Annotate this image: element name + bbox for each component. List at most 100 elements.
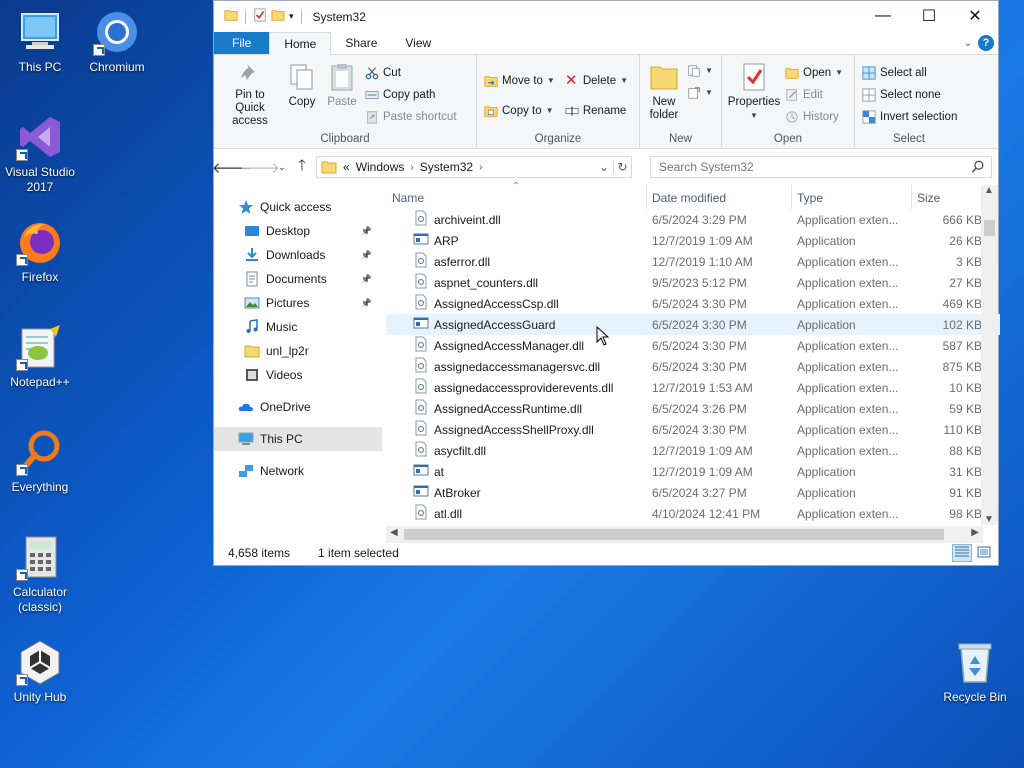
file-row[interactable]: AssignedAccessManager.dll 6/5/2024 3:30 P… — [386, 335, 1000, 356]
history-button[interactable]: History — [782, 107, 846, 126]
file-row[interactable]: at 12/7/2019 1:09 AM Application 31 KB — [386, 461, 1000, 482]
chevron-right-icon[interactable]: › — [479, 162, 482, 173]
selection-count: 1 item selected — [318, 546, 399, 560]
nav-item-documents[interactable]: Documents 📌 — [214, 267, 382, 291]
maximize-button[interactable]: ☐ — [906, 1, 952, 31]
address-dropdown-button[interactable]: ⌄ — [595, 160, 613, 174]
file-row[interactable]: AssignedAccessShellProxy.dll 6/5/2024 3:3… — [386, 419, 1000, 440]
chevron-down-icon[interactable]: ⌄ — [964, 38, 972, 49]
tab-file[interactable]: File — [214, 32, 270, 54]
column-header-name[interactable]: Name — [392, 191, 424, 205]
scroll-up-icon[interactable]: ▲ — [984, 185, 994, 196]
properties-button[interactable]: Properties ▼ — [726, 59, 782, 130]
file-row[interactable]: asferror.dll 12/7/2019 1:10 AM Application… — [386, 251, 1000, 272]
scrollbar-thumb[interactable] — [404, 529, 944, 540]
column-header-date[interactable]: Date modified — [652, 191, 726, 205]
breadcrumb-system32[interactable]: System32 — [420, 160, 473, 174]
desktop-icon-visual-studio[interactable]: Visual Studio 2017 — [0, 113, 80, 195]
vertical-scrollbar[interactable]: ▲ ▼ — [981, 185, 998, 525]
copy-to-button[interactable]: Copy to ▼ — [481, 101, 558, 120]
address-bar[interactable]: « Windows › System32 › ⌄ ↻ — [316, 156, 632, 178]
scroll-down-icon[interactable]: ▼ — [984, 514, 994, 525]
nav-item-label: Documents — [266, 272, 327, 286]
select-none-button[interactable]: Select none — [859, 85, 960, 104]
copy-button[interactable]: Copy — [282, 59, 322, 130]
refresh-button[interactable]: ↻ — [613, 160, 631, 174]
nav-item-this-pc[interactable]: This PC — [214, 427, 382, 451]
new-folder-icon[interactable] — [271, 8, 285, 25]
desktop-icon-everything[interactable]: Everything — [0, 428, 80, 495]
pin-to-quick-access-button[interactable]: Pin to Quick access — [218, 59, 282, 130]
scrollbar-thumb[interactable] — [984, 220, 995, 236]
move-to-button[interactable]: Move to ▼ — [481, 71, 558, 90]
easy-access-button[interactable]: ▼ — [684, 83, 716, 102]
file-row[interactable]: aspnet_counters.dll 9/5/2023 5:12 PM Appli… — [386, 272, 1000, 293]
open-button[interactable]: Open ▼ — [782, 63, 846, 82]
recent-locations-button[interactable]: ⌄ — [276, 155, 288, 179]
nav-item-onedrive[interactable]: OneDrive — [214, 395, 382, 419]
large-icons-view-button[interactable] — [974, 544, 994, 562]
desktop-icon-firefox[interactable]: Firefox — [0, 218, 80, 285]
file-row[interactable]: AssignedAccessRuntime.dll 6/5/2024 3:26 P… — [386, 398, 1000, 419]
file-row[interactable]: archiveint.dll 6/5/2024 3:29 PM Applicatio… — [386, 209, 1000, 230]
close-button[interactable]: ✕ — [952, 1, 998, 31]
scroll-left-icon[interactable]: ◀ — [390, 527, 398, 538]
file-row[interactable]: AssignedAccessGuard 6/5/2024 3:30 PM Appli… — [386, 314, 1000, 335]
column-header-size[interactable]: Size — [917, 191, 940, 205]
nav-item-pictures[interactable]: Pictures 📌 — [214, 291, 382, 315]
nav-item-network[interactable]: Network — [214, 459, 382, 483]
rename-button[interactable]: Rename — [562, 101, 631, 120]
file-row[interactable]: assignedaccessproviderevents.dll 12/7/201… — [386, 377, 1000, 398]
desktop-icon-this-pc[interactable]: This PC — [0, 8, 80, 75]
file-row[interactable]: assignedaccessmanagersvc.dll 6/5/2024 3:3… — [386, 356, 1000, 377]
breadcrumb-windows[interactable]: Windows — [356, 160, 405, 174]
invert-selection-button[interactable]: Invert selection — [859, 107, 960, 126]
new-item-button[interactable]: ▼ — [684, 61, 716, 80]
chevron-right-icon[interactable]: › — [410, 162, 413, 173]
customize-qat-icon[interactable]: ▾ — [289, 11, 294, 22]
paste-shortcut-button[interactable]: Paste shortcut — [362, 107, 460, 126]
details-view-button[interactable] — [952, 544, 972, 562]
tab-home[interactable]: Home — [269, 32, 332, 55]
desktop-icon-chromium[interactable]: Chromium — [77, 8, 157, 75]
properties-icon[interactable] — [253, 8, 267, 25]
file-type: Application exten... — [797, 422, 899, 437]
breadcrumb-overflow[interactable]: « — [343, 160, 350, 174]
file-size: 91 KB — [949, 485, 982, 500]
desktop-icon-recycle-bin[interactable]: Recycle Bin — [935, 638, 1015, 705]
desktop-icon-notepad-plus-plus[interactable]: Notepad++ — [0, 323, 80, 390]
forward-button[interactable]: 🡒 — [240, 155, 280, 179]
dll-file-icon — [413, 441, 429, 460]
edit-button[interactable]: Edit — [782, 85, 846, 104]
scroll-right-icon[interactable]: ▶ — [971, 527, 979, 538]
nav-item-desktop[interactable]: Desktop 📌 — [214, 219, 382, 243]
help-button[interactable]: ? — [978, 35, 994, 51]
delete-button[interactable]: ✕ Delete ▼ — [562, 71, 631, 90]
nav-item-unl-lp2r[interactable]: unl_lp2r — [214, 339, 382, 363]
nav-item-music[interactable]: Music — [214, 315, 382, 339]
up-button[interactable]: 🡑 — [292, 155, 312, 179]
chevron-down-icon: ▼ — [545, 106, 554, 115]
nav-item-downloads[interactable]: Downloads 📌 — [214, 243, 382, 267]
dll-file-icon — [413, 252, 429, 271]
file-size: 88 KB — [949, 443, 982, 458]
desktop-icon-calculator[interactable]: Calculator (classic) — [0, 533, 80, 615]
paste-button[interactable]: Paste — [322, 59, 362, 130]
file-row[interactable]: ARP 12/7/2019 1:09 AM Application 26 KB — [386, 230, 1000, 251]
copy-path-button[interactable]: Copy path — [362, 85, 460, 104]
desktop-icon-unity-hub[interactable]: Unity Hub — [0, 638, 80, 705]
column-header-type[interactable]: Type — [797, 191, 823, 205]
new-folder-button[interactable]: New folder — [644, 59, 684, 130]
tab-share[interactable]: Share — [331, 32, 391, 54]
minimize-button[interactable]: — — [860, 1, 906, 31]
file-row[interactable]: asycfilt.dll 12/7/2019 1:09 AM Application… — [386, 440, 1000, 461]
search-box[interactable]: Search System32 — [650, 156, 992, 178]
file-row[interactable]: AssignedAccessCsp.dll 6/5/2024 3:30 PM App… — [386, 293, 1000, 314]
nav-item-quick-access[interactable]: Quick access — [214, 195, 382, 219]
file-row[interactable]: AtBroker 6/5/2024 3:27 PM Application 91 KB — [386, 482, 1000, 503]
nav-item-videos[interactable]: Videos — [214, 363, 382, 387]
select-all-button[interactable]: Select all — [859, 63, 960, 82]
tab-view[interactable]: View — [391, 32, 445, 54]
cut-button[interactable]: Cut — [362, 63, 460, 82]
file-row[interactable]: atl.dll 4/10/2024 12:41 PM Application ext… — [386, 503, 1000, 524]
